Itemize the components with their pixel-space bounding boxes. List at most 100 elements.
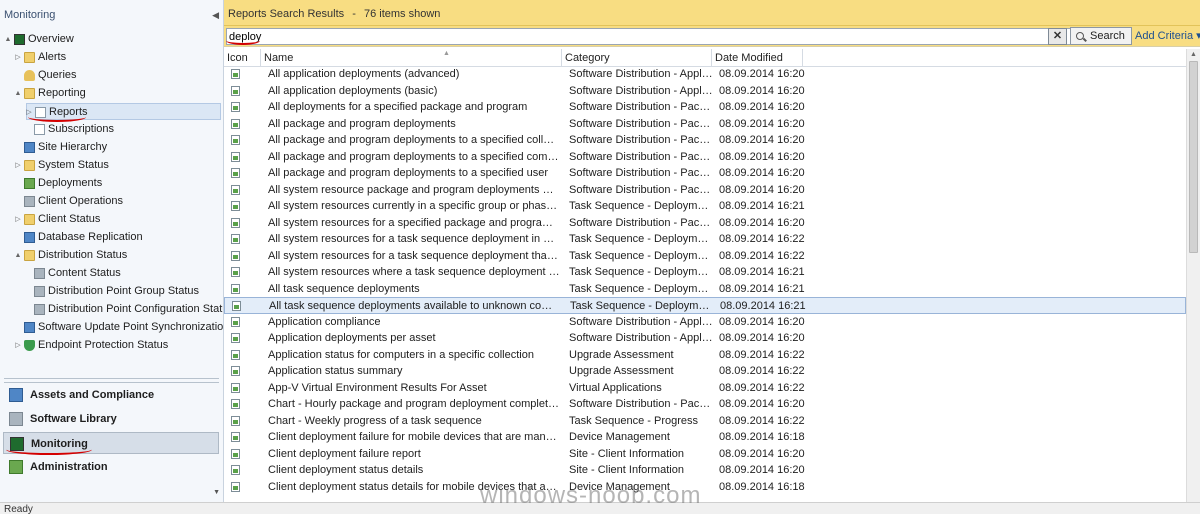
table-row[interactable]: All application deployments (advanced) So…: [224, 66, 1186, 83]
report-icon: [231, 69, 240, 79]
report-icon: [231, 366, 240, 376]
search-input[interactable]: [226, 28, 1072, 45]
tree-item[interactable]: Distribution Point Configuration Status: [0, 301, 223, 318]
table-row[interactable]: All system resources currently in a spec…: [224, 198, 1186, 215]
table-row[interactable]: Application status summary Upgrade Assess…: [224, 363, 1186, 380]
magnifier-icon: [1076, 32, 1084, 40]
expand-icon[interactable]: ▷: [14, 49, 22, 66]
expand-icon[interactable]: ▷: [14, 337, 22, 354]
tree-item[interactable]: ▷ Alerts: [0, 49, 223, 66]
report-icon: [231, 217, 240, 228]
table-row[interactable]: All package and program deployments to a…: [224, 149, 1186, 166]
table-row[interactable]: All application deployments (basic) Softw…: [224, 83, 1186, 100]
table-row[interactable]: All deployments for a specified package …: [224, 99, 1186, 116]
shield-icon: [24, 340, 35, 351]
cell-date-modified: 08.09.2014 16:22: [719, 365, 805, 377]
cell-category: Software Distribution - Package a...: [569, 150, 714, 163]
tree-item[interactable]: Database Replication: [0, 229, 223, 246]
column-header-icon[interactable]: Icon: [224, 49, 261, 66]
collapse-icon[interactable]: ▲: [14, 85, 22, 102]
results-pane: Reports Search Results - 76 items shown …: [224, 0, 1200, 502]
tree-item[interactable]: ▷ System Status: [0, 157, 223, 174]
cell-date-modified: 08.09.2014 16:21: [719, 200, 805, 212]
report-icon: [231, 382, 240, 393]
annotation-underline-reports: [28, 112, 86, 122]
table-row[interactable]: All system resources for a task sequence…: [224, 248, 1186, 265]
workspace-button[interactable]: Assets and Compliance: [3, 384, 219, 406]
tree-item[interactable]: Distribution Point Group Status: [0, 283, 223, 300]
table-row[interactable]: All task sequence deployments available …: [224, 297, 1186, 314]
cell-date-modified: 08.09.2014 16:21: [719, 282, 805, 295]
tree-item[interactable]: Content Status: [0, 265, 223, 282]
table-row[interactable]: All package and program deployments Softw…: [224, 116, 1186, 133]
workspace-splitter[interactable]: [4, 378, 219, 383]
tree-item-label: Deployments: [38, 177, 103, 189]
scroll-up-icon[interactable]: ▲: [1190, 51, 1197, 58]
tree-item[interactable]: ▲ Distribution Status: [0, 247, 223, 264]
tree-item[interactable]: ▷ Endpoint Protection Status: [0, 337, 223, 354]
add-criteria-link[interactable]: Add Criteria ▾: [1135, 26, 1200, 46]
workspace-button[interactable]: Administration: [3, 456, 219, 478]
tree-item[interactable]: Queries: [0, 67, 223, 84]
workspace-button[interactable]: Software Library: [3, 408, 219, 430]
tree-item[interactable]: ▲ Reporting: [0, 85, 223, 102]
table-row[interactable]: All package and program deployments to a…: [224, 132, 1186, 149]
tree-item[interactable]: Deployments: [0, 175, 223, 192]
table-row[interactable]: Application compliance Software Distribut…: [224, 314, 1186, 331]
cell-category: Site - Client Information: [569, 447, 684, 460]
table-row[interactable]: Client deployment failure report Site - C…: [224, 446, 1186, 463]
table-row[interactable]: Client deployment status details Site - C…: [224, 462, 1186, 479]
collapse-icon[interactable]: ▲: [14, 247, 22, 264]
column-header-category[interactable]: Category: [562, 49, 712, 66]
tree-item[interactable]: ▷ Client Status: [0, 211, 223, 228]
clear-search-button[interactable]: ✕: [1048, 28, 1067, 45]
cell-date-modified: 08.09.2014 16:20: [719, 101, 805, 113]
vertical-scrollbar[interactable]: ▲: [1186, 49, 1200, 502]
cell-name: All system resources for a task sequence…: [268, 249, 560, 262]
report-icon: [231, 448, 240, 459]
tree-item[interactable]: Client Operations: [0, 193, 223, 210]
report-icon: [231, 250, 240, 261]
scroll-down-icon[interactable]: ▼: [213, 489, 220, 496]
scrollbar-thumb[interactable]: [1189, 61, 1198, 253]
tree-item-label: Software Update Point Synchronization St…: [38, 321, 224, 333]
cell-date-modified: 08.09.2014 16:20: [719, 68, 805, 80]
monitor-icon: [14, 34, 25, 45]
cell-name: Client deployment status details: [268, 464, 424, 476]
cell-category: Software Distribution - Applicatio...: [569, 315, 714, 328]
cell-category: Task Sequence - Deployments: [569, 282, 714, 295]
table-row[interactable]: All system resources for a specified pac…: [224, 215, 1186, 232]
search-button[interactable]: Search: [1070, 27, 1132, 45]
table-row[interactable]: App-V Virtual Environment Results For As…: [224, 380, 1186, 397]
cell-name: All task sequence deployments: [268, 282, 420, 295]
tree-item-label: Database Replication: [38, 231, 143, 243]
table-row[interactable]: All system resources for a task sequence…: [224, 231, 1186, 248]
tree-item[interactable]: Subscriptions: [0, 121, 223, 138]
gray-icon: [9, 412, 23, 426]
table-row[interactable]: Chart - Weekly progress of a task sequen…: [224, 413, 1186, 430]
table-row[interactable]: All system resource package and program …: [224, 182, 1186, 199]
expand-icon[interactable]: ▷: [14, 157, 22, 174]
table-row[interactable]: All system resources where a task sequen…: [224, 264, 1186, 281]
collapse-pane-icon[interactable]: ◀: [212, 0, 219, 30]
table-row[interactable]: Chart - Hourly package and program deplo…: [224, 396, 1186, 413]
results-grid: All application deployments (advanced) So…: [224, 66, 1186, 502]
tree-item[interactable]: Site Hierarchy: [0, 139, 223, 156]
table-row[interactable]: Application status for computers in a sp…: [224, 347, 1186, 364]
column-header-name[interactable]: Name ▲: [261, 49, 562, 66]
report-icon: [231, 168, 240, 178]
cell-name: All package and program deployments to a…: [268, 167, 549, 179]
tree-item[interactable]: Software Update Point Synchronization St…: [0, 319, 223, 336]
table-row[interactable]: Client deployment failure for mobile dev…: [224, 429, 1186, 446]
tree-item[interactable]: ▲ Overview: [0, 31, 223, 48]
cell-date-modified: 08.09.2014 16:21: [720, 300, 806, 312]
nav-pane-header: Monitoring ◀: [0, 0, 223, 30]
table-row[interactable]: All task sequence deployments Task Sequen…: [224, 281, 1186, 298]
table-row[interactable]: Application deployments per asset Softwar…: [224, 330, 1186, 347]
table-row[interactable]: All package and program deployments to a…: [224, 165, 1186, 182]
report-icon: [231, 415, 240, 426]
column-header-date-modified[interactable]: Date Modified: [712, 49, 803, 66]
expand-icon[interactable]: ▷: [14, 211, 22, 228]
table-row[interactable]: Client deployment status details for mob…: [224, 479, 1186, 496]
collapse-icon[interactable]: ▲: [4, 31, 12, 48]
